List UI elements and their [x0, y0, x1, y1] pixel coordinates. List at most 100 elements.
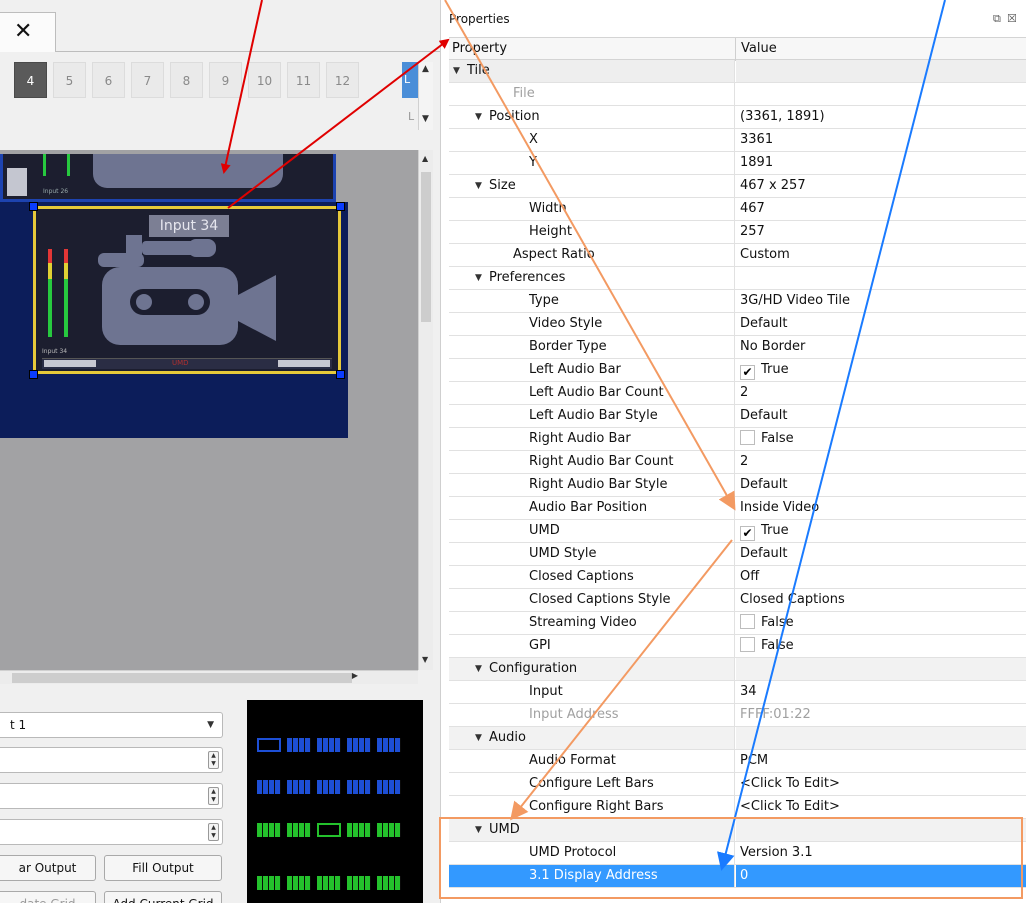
- value-cell[interactable]: Default: [736, 474, 1026, 496]
- output-tab-7[interactable]: 7: [131, 62, 164, 98]
- document-tab[interactable]: ✕: [0, 12, 56, 52]
- property-row-type[interactable]: Type 3G/HD Video Tile: [449, 290, 1026, 313]
- output-tab-8[interactable]: 8: [170, 62, 203, 98]
- value-cell[interactable]: FFFF:01:22: [736, 704, 1026, 726]
- property-row-preferences[interactable]: ▼ Preferences: [449, 267, 1026, 290]
- value-cell[interactable]: [736, 819, 1026, 841]
- canvas-vertical-scrollbar[interactable]: ▲ ▼: [418, 150, 433, 670]
- value-cell[interactable]: 257: [736, 221, 1026, 243]
- scroll-thumb[interactable]: [421, 172, 431, 322]
- expand-arrow-icon[interactable]: ▼: [475, 819, 482, 841]
- value-cell[interactable]: 34: [736, 681, 1026, 703]
- property-row-left-audio-bar-count[interactable]: Left Audio Bar Count 2: [449, 382, 1026, 405]
- checkbox-unchecked[interactable]: [740, 430, 755, 445]
- property-row-configuration[interactable]: ▼ Configuration: [449, 658, 1026, 681]
- expand-arrow-icon[interactable]: ▼: [475, 267, 482, 289]
- property-row-y[interactable]: Y 1891: [449, 152, 1026, 175]
- output-tab-4[interactable]: 4: [14, 62, 47, 98]
- canvas-horizontal-scrollbar[interactable]: ▶: [0, 670, 418, 684]
- scroll-down-icon[interactable]: ▼: [422, 655, 428, 664]
- grid-spinbox[interactable]: ▲ ▼: [0, 819, 223, 845]
- expand-arrow-icon[interactable]: ▼: [475, 175, 482, 197]
- expand-arrow-icon[interactable]: ▼: [453, 60, 460, 82]
- output-tab-10[interactable]: 10: [248, 62, 281, 98]
- property-row-audio-format[interactable]: Audio Format PCM: [449, 750, 1026, 773]
- property-row-right-audio-bar-count[interactable]: Right Audio Bar Count 2: [449, 451, 1026, 474]
- property-row-streaming-video[interactable]: Streaming Video False: [449, 612, 1026, 635]
- value-cell[interactable]: 3G/HD Video Tile: [736, 290, 1026, 312]
- scroll-up-icon[interactable]: ▲: [422, 154, 428, 163]
- property-row-audio-bar-position[interactable]: Audio Bar Position Inside Video: [449, 497, 1026, 520]
- tile-input-26[interactable]: Input 26: [0, 154, 336, 202]
- value-cell[interactable]: Default: [736, 405, 1026, 427]
- output-tab-9[interactable]: 9: [209, 62, 242, 98]
- output-tab-11[interactable]: 11: [287, 62, 320, 98]
- expand-arrow-icon[interactable]: ▼: [475, 658, 482, 680]
- column-separator[interactable]: [735, 38, 736, 61]
- property-row-position[interactable]: ▼ Position (3361, 1891): [449, 106, 1026, 129]
- property-row-umd-protocol[interactable]: UMD Protocol Version 3.1: [449, 842, 1026, 865]
- property-row-input-address[interactable]: Input Address FFFF:01:22: [449, 704, 1026, 727]
- update-grid-button[interactable]: date Grid: [0, 891, 96, 903]
- output-select[interactable]: t 1 ▼: [0, 712, 223, 738]
- property-row-closed-captions-style[interactable]: Closed Captions Style Closed Captions: [449, 589, 1026, 612]
- property-row-width[interactable]: Width 467: [449, 198, 1026, 221]
- property-row-height[interactable]: Height 257: [449, 221, 1026, 244]
- property-row-file[interactable]: File: [449, 83, 1026, 106]
- output-tab-6[interactable]: 6: [92, 62, 125, 98]
- float-icon[interactable]: ⧉: [993, 12, 1001, 26]
- value-cell[interactable]: [736, 727, 1026, 749]
- value-cell[interactable]: [736, 83, 1026, 105]
- property-row-umd-style[interactable]: UMD Style Default: [449, 543, 1026, 566]
- property-row-tile[interactable]: ▼ Tile: [449, 60, 1026, 83]
- resize-handle[interactable]: [29, 202, 38, 211]
- value-cell[interactable]: Off: [736, 566, 1026, 588]
- value-cell[interactable]: No Border: [736, 336, 1026, 358]
- checkbox-checked[interactable]: ✔: [740, 365, 755, 380]
- expand-arrow-icon[interactable]: ▼: [475, 727, 482, 749]
- tile-input-34[interactable]: Input 34 Input 34 UMD: [33, 206, 341, 374]
- output-tab-12[interactable]: 12: [326, 62, 359, 98]
- value-cell[interactable]: False: [736, 428, 1026, 450]
- property-row-gpi[interactable]: GPI False: [449, 635, 1026, 658]
- add-current-grid-button[interactable]: Add Current Grid: [104, 891, 222, 903]
- value-cell[interactable]: <Click To Edit>: [736, 773, 1026, 795]
- property-row-size[interactable]: ▼ Size 467 x 257: [449, 175, 1026, 198]
- layout-canvas[interactable]: Input 26 Input 34 Input 34 UMD: [0, 150, 418, 670]
- column-header-property[interactable]: Property: [452, 41, 507, 56]
- property-row-umd[interactable]: UMD ✔ True: [449, 520, 1026, 543]
- checkbox-checked[interactable]: ✔: [740, 526, 755, 541]
- property-row-video-style[interactable]: Video Style Default: [449, 313, 1026, 336]
- property-row-left-audio-bar[interactable]: Left Audio Bar ✔ True: [449, 359, 1026, 382]
- scroll-right-icon[interactable]: ▶: [352, 671, 358, 680]
- value-cell[interactable]: 2: [736, 451, 1026, 473]
- value-cell[interactable]: Custom: [736, 244, 1026, 266]
- value-cell[interactable]: False: [736, 612, 1026, 634]
- value-cell[interactable]: <Click To Edit>: [736, 796, 1026, 818]
- property-row-input[interactable]: Input 34: [449, 681, 1026, 704]
- property-row-3-1-display-address[interactable]: 3.1 Display Address 0: [449, 865, 1026, 888]
- scroll-thumb[interactable]: [12, 673, 352, 683]
- property-row-closed-captions[interactable]: Closed Captions Off: [449, 566, 1026, 589]
- property-row-configure-left-bars[interactable]: Configure Left Bars <Click To Edit>: [449, 773, 1026, 796]
- value-cell[interactable]: (3361, 1891): [736, 106, 1026, 128]
- expand-arrow-icon[interactable]: ▼: [475, 106, 482, 128]
- column-header-value[interactable]: Value: [741, 41, 777, 56]
- value-cell[interactable]: [736, 267, 1026, 289]
- layout-tab-secondary[interactable]: L: [408, 110, 414, 123]
- value-cell[interactable]: 467: [736, 198, 1026, 220]
- value-cell[interactable]: False: [736, 635, 1026, 657]
- value-cell[interactable]: 2: [736, 382, 1026, 404]
- property-row-aspect-ratio[interactable]: Aspect Ratio Custom: [449, 244, 1026, 267]
- value-cell[interactable]: Inside Video: [736, 497, 1026, 519]
- fill-output-button[interactable]: Fill Output: [104, 855, 222, 881]
- value-cell[interactable]: Closed Captions: [736, 589, 1026, 611]
- property-row-right-audio-bar-style[interactable]: Right Audio Bar Style Default: [449, 474, 1026, 497]
- tab-scrollbar[interactable]: ▲ ▼: [418, 62, 433, 130]
- property-row-right-audio-bar[interactable]: Right Audio Bar False: [449, 428, 1026, 451]
- checkbox-unchecked[interactable]: [740, 614, 755, 629]
- value-cell[interactable]: 3361: [736, 129, 1026, 151]
- grid-spinbox[interactable]: ▲ ▼: [0, 747, 223, 773]
- output-tab-5[interactable]: 5: [53, 62, 86, 98]
- property-row-x[interactable]: X 3361: [449, 129, 1026, 152]
